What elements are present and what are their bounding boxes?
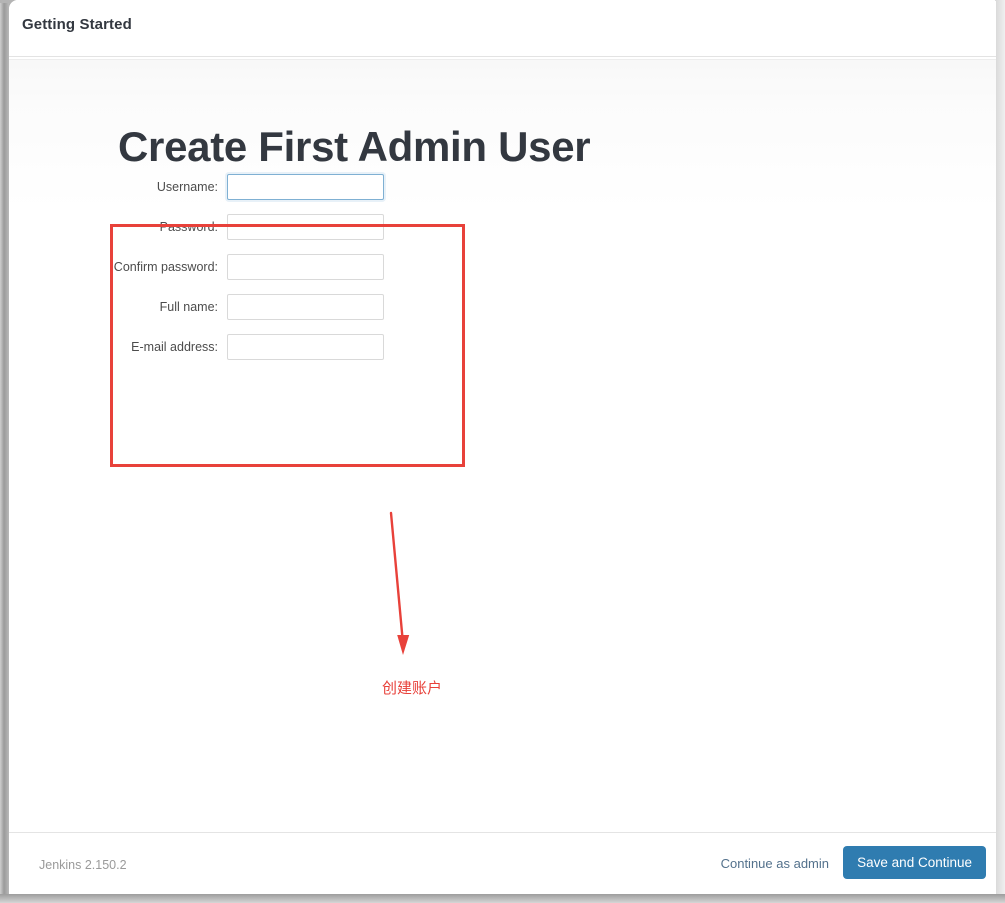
annotation-caption: 创建账户 (382, 679, 443, 697)
password-input[interactable] (227, 214, 384, 240)
form-row-username: Username: (109, 167, 384, 207)
continue-as-admin-link[interactable]: Continue as admin (721, 856, 829, 871)
header-divider (9, 56, 996, 57)
form-row-confirm-password: Confirm password: (109, 247, 384, 287)
label-full-name: Full name: (159, 300, 218, 314)
username-input[interactable] (227, 174, 384, 200)
form-row-full-name: Full name: (109, 287, 384, 327)
window-left-edge (0, 3, 9, 900)
save-and-continue-button[interactable]: Save and Continue (843, 846, 986, 879)
full-name-input[interactable] (227, 294, 384, 320)
jenkins-version-label: Jenkins 2.150.2 (39, 858, 127, 872)
page-title: Create First Admin User (118, 123, 591, 171)
confirm-password-input[interactable] (227, 254, 384, 280)
annotation-arrow-icon (389, 511, 410, 655)
window-bottom-edge (0, 894, 1005, 903)
app-header: Getting Started (9, 0, 996, 56)
label-confirm-password: Confirm password: (113, 260, 218, 274)
label-password: Password: (159, 220, 218, 234)
window-right-edge (996, 0, 1005, 894)
label-email-address: E-mail address: (131, 340, 218, 354)
form-row-email-address: E-mail address: (109, 327, 384, 367)
create-admin-user-form: Username: Password: Confirm password: Full … (109, 167, 384, 367)
main-content: Create First Admin User Username: Passwor… (9, 60, 996, 832)
form-row-password: Password: (109, 207, 384, 247)
page-surface: Getting Started Create First Admin User … (9, 0, 996, 894)
page-header-title: Getting Started (22, 16, 132, 33)
app-footer: Jenkins 2.150.2 Continue as admin Save a… (9, 832, 996, 894)
label-username: Username: (156, 180, 218, 194)
browser-window-frame: Getting Started Create First Admin User … (0, 0, 1005, 903)
email-address-input[interactable] (227, 334, 384, 360)
